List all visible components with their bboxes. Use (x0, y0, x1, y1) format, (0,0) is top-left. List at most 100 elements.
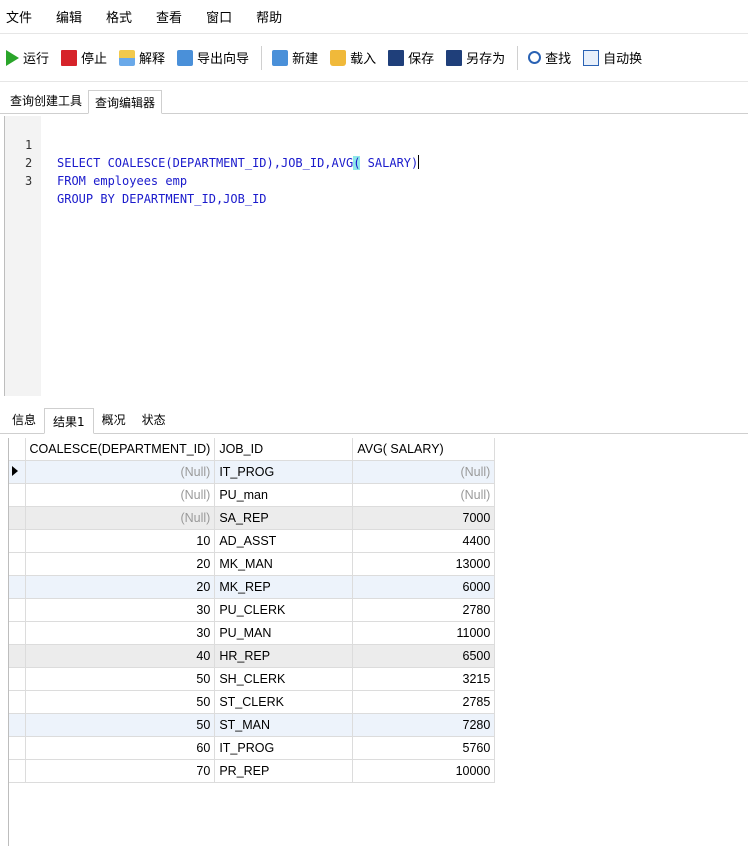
table-row[interactable]: 30 PU_MAN 11000 (9, 621, 496, 645)
menu-file[interactable]: 文件 (6, 7, 32, 26)
table-cell[interactable]: 20 (25, 552, 216, 576)
load-button[interactable]: 载入 (330, 48, 376, 67)
table-cell[interactable]: PU_MAN (214, 621, 354, 645)
table-row[interactable]: 50 ST_CLERK 2785 (9, 690, 496, 714)
load-label: 载入 (350, 52, 377, 67)
new-button[interactable]: 新建 (272, 48, 318, 67)
table-cell[interactable]: SA_REP (214, 506, 354, 530)
table-row[interactable]: 50 SH_CLERK 3215 (9, 667, 496, 691)
auto-wrap-button[interactable]: 自动换 (583, 48, 642, 67)
table-cell[interactable]: AD_ASST (214, 529, 354, 553)
table-row[interactable]: 30 PU_CLERK 2780 (9, 598, 496, 622)
table-cell[interactable]: 2785 (352, 690, 496, 714)
tab-result-1[interactable]: 结果1 (44, 408, 94, 434)
menu-help[interactable]: 帮助 (256, 7, 282, 26)
row-indicator[interactable] (9, 575, 26, 599)
table-cell[interactable]: 4400 (352, 529, 496, 553)
explain-button[interactable]: 解释 (119, 48, 165, 67)
tab-query-builder[interactable]: 查询创建工具 (4, 89, 88, 113)
table-cell[interactable]: 5760 (352, 736, 496, 760)
table-cell[interactable]: MK_REP (214, 575, 354, 599)
row-indicator[interactable] (9, 667, 26, 691)
table-cell[interactable]: (Null) (352, 483, 496, 507)
table-cell[interactable]: ST_MAN (214, 713, 354, 737)
row-indicator[interactable] (9, 644, 26, 668)
row-indicator[interactable] (9, 483, 26, 507)
row-indicator[interactable] (9, 552, 26, 576)
table-cell[interactable]: 11000 (352, 621, 496, 645)
table-cell[interactable]: 70 (25, 759, 216, 783)
column-header[interactable]: JOB_ID (214, 438, 354, 461)
row-indicator[interactable] (9, 690, 26, 714)
table-row[interactable]: 60 IT_PROG 5760 (9, 736, 496, 760)
table-cell[interactable]: MK_MAN (214, 552, 354, 576)
stop-button[interactable]: 停止 (61, 48, 107, 67)
table-cell[interactable]: (Null) (352, 460, 496, 484)
table-cell[interactable]: (Null) (25, 483, 216, 507)
tab-profile[interactable]: 概况 (94, 407, 134, 433)
run-button[interactable]: 运行 (6, 48, 49, 67)
table-row[interactable]: 10 AD_ASST 4400 (9, 529, 496, 553)
table-cell[interactable]: 60 (25, 736, 216, 760)
row-indicator[interactable] (9, 506, 26, 530)
table-row[interactable]: 20 MK_REP 6000 (9, 575, 496, 599)
table-row[interactable]: 50 ST_MAN 7280 (9, 713, 496, 737)
table-row[interactable]: (Null) SA_REP 7000 (9, 506, 496, 530)
row-indicator[interactable] (9, 598, 26, 622)
table-cell[interactable]: PU_man (214, 483, 354, 507)
menu-window[interactable]: 窗口 (206, 7, 232, 26)
table-row[interactable]: (Null) IT_PROG (Null) (9, 460, 496, 484)
table-cell[interactable]: IT_PROG (214, 736, 354, 760)
table-cell[interactable]: 50 (25, 713, 216, 737)
table-row[interactable]: 70 PR_REP 10000 (9, 759, 496, 783)
save-icon (388, 49, 405, 66)
tab-query-editor[interactable]: 查询编辑器 (88, 90, 163, 114)
table-cell[interactable]: 6500 (352, 644, 496, 668)
table-cell[interactable]: 30 (25, 598, 216, 622)
table-cell[interactable]: PU_CLERK (214, 598, 354, 622)
row-indicator[interactable] (9, 759, 26, 783)
table-cell[interactable]: PR_REP (214, 759, 354, 783)
table-row[interactable]: 40 HR_REP 6500 (9, 644, 496, 668)
column-header[interactable]: COALESCE(DEPARTMENT_ID) (25, 438, 216, 461)
table-cell[interactable]: HR_REP (214, 644, 354, 668)
table-cell[interactable]: 7280 (352, 713, 496, 737)
table-cell[interactable]: 20 (25, 575, 216, 599)
menu-edit[interactable]: 编辑 (56, 7, 82, 26)
table-cell[interactable]: 13000 (352, 552, 496, 576)
table-cell[interactable]: (Null) (25, 506, 216, 530)
table-row[interactable]: 20 MK_MAN 13000 (9, 552, 496, 576)
save-as-button[interactable]: 另存为 (446, 48, 505, 67)
sql-editor[interactable]: 1 SELECT COALESCE(DEPARTMENT_ID),JOB_ID,… (4, 116, 748, 396)
table-cell[interactable]: 6000 (352, 575, 496, 599)
table-cell[interactable]: 3215 (352, 667, 496, 691)
menu-view[interactable]: 查看 (156, 7, 182, 26)
row-indicator[interactable] (9, 713, 26, 737)
row-indicator[interactable] (9, 621, 26, 645)
table-cell[interactable]: SH_CLERK (214, 667, 354, 691)
table-cell[interactable]: 50 (25, 690, 216, 714)
tab-status[interactable]: 状态 (134, 407, 174, 433)
tab-messages[interactable]: 信息 (4, 407, 44, 433)
row-indicator[interactable] (9, 529, 26, 553)
export-wizard-button[interactable]: 导出向导 (177, 48, 249, 67)
table-cell[interactable]: IT_PROG (214, 460, 354, 484)
row-indicator[interactable] (9, 736, 26, 760)
find-button[interactable]: 查找 (528, 48, 571, 67)
table-cell[interactable]: 30 (25, 621, 216, 645)
table-cell[interactable]: 2780 (352, 598, 496, 622)
results-body: (Null) IT_PROG (Null) (Null) PU_man (Null) (Nu… (9, 460, 496, 783)
table-cell[interactable]: 40 (25, 644, 216, 668)
code-segment: SELECT COALESCE(DEPARTMENT_ID),JOB_ID,AV… (57, 156, 354, 170)
row-indicator[interactable] (9, 460, 26, 484)
column-header[interactable]: AVG( SALARY) (352, 438, 496, 461)
table-cell[interactable]: 7000 (352, 506, 496, 530)
menu-format[interactable]: 格式 (106, 7, 132, 26)
table-row[interactable]: (Null) PU_man (Null) (9, 483, 496, 507)
table-cell[interactable]: 50 (25, 667, 216, 691)
table-cell[interactable]: 10 (25, 529, 216, 553)
table-cell[interactable]: 10000 (352, 759, 496, 783)
save-button[interactable]: 保存 (388, 48, 434, 67)
table-cell[interactable]: (Null) (25, 460, 216, 484)
table-cell[interactable]: ST_CLERK (214, 690, 354, 714)
